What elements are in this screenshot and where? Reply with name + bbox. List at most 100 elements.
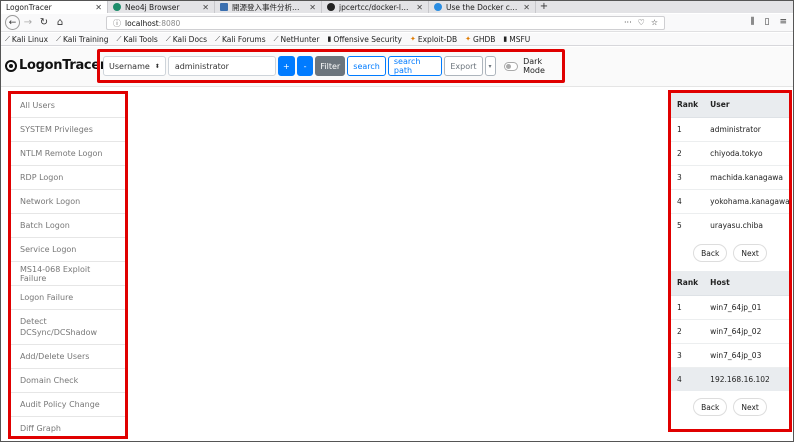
menu-item-service-logon[interactable]: Service Logon	[11, 238, 125, 262]
bookmark-kali-training[interactable]: ⟋ Kali Training	[56, 35, 108, 44]
menu-item-ms14-068[interactable]: MS14-068 Exploit Failure	[11, 262, 125, 286]
pocket-icon[interactable]: ♡	[638, 18, 645, 27]
browser-tab[interactable]: LogonTracer ✕	[1, 1, 108, 13]
table-row[interactable]: 3 win7_64jp_03	[671, 342, 789, 367]
docker-favicon-icon	[434, 3, 442, 11]
filter-button[interactable]: Filter	[315, 56, 346, 76]
browser-tab[interactable]: 開源登入事件分析工具 ✕	[215, 1, 322, 13]
column-header-user: User	[704, 93, 789, 118]
table-row[interactable]: 2 chiyoda.tokyo	[671, 140, 789, 165]
export-dropdown-toggle[interactable]: ▾	[484, 56, 496, 76]
table-row[interactable]: 4 yokohama.kanagawa	[671, 188, 789, 213]
site-favicon-icon	[220, 3, 228, 11]
rank-cell: 1	[671, 294, 705, 319]
user-cell[interactable]: machida.kanagawa	[704, 164, 789, 189]
close-tab-icon[interactable]: ✕	[202, 3, 209, 12]
menu-item-rdp-logon[interactable]: RDP Logon	[11, 166, 125, 190]
table-row[interactable]: 1 administrator	[671, 116, 789, 141]
menu-item-detect-dcsync[interactable]: Detect DCSync/DCShadow	[11, 310, 125, 345]
search-button[interactable]: search	[347, 56, 386, 76]
forward-arrow-icon[interactable]: →	[20, 17, 36, 28]
bookmark-ghdb[interactable]: ✦ GHDB	[465, 35, 495, 44]
bookmark-label: MSFU	[509, 34, 531, 44]
tab-label: jpcertcc/docker-logontra	[339, 2, 412, 12]
updown-caret-icon: ⬍	[154, 62, 160, 70]
sidebar-icon[interactable]: ▯	[765, 17, 770, 27]
menu-item-system-privileges[interactable]: SYSTEM Privileges	[11, 118, 125, 142]
menu-item-batch-logon[interactable]: Batch Logon	[11, 214, 125, 238]
user-back-button[interactable]: Back	[693, 244, 728, 262]
reload-icon[interactable]: ↻	[36, 17, 52, 28]
bookmark-label: Kali Docs	[172, 34, 208, 44]
host-cell[interactable]: win7_64jp_01	[704, 294, 789, 319]
table-row[interactable]: 2 win7_64jp_02	[671, 318, 789, 343]
info-icon[interactable]: ⓘ	[113, 18, 121, 29]
user-rank-table: Rank User 1 administrator 2 chiyoda.tokyo …	[671, 93, 789, 237]
browser-tab[interactable]: jpcertcc/docker-logontra ✕	[322, 1, 429, 13]
table-row[interactable]: 3 machida.kanagawa	[671, 164, 789, 189]
menu-item-all-users[interactable]: All Users	[11, 94, 125, 118]
bookmark-nethunter[interactable]: ⟋ NetHunter	[274, 35, 320, 44]
exploit-db-icon: ✦	[410, 35, 416, 43]
zoom-out-button[interactable]: -	[296, 56, 314, 76]
host-cell[interactable]: win7_64jp_02	[704, 318, 789, 343]
user-cell[interactable]: chiyoda.tokyo	[704, 140, 789, 165]
github-favicon-icon	[327, 3, 335, 11]
bookmark-exploit-db[interactable]: ✦ Exploit-DB	[410, 35, 457, 44]
dark-mode-label: Dark Mode	[523, 57, 545, 75]
user-next-button[interactable]: Next	[733, 244, 767, 262]
host-back-button[interactable]: Back	[693, 398, 728, 416]
user-cell[interactable]: administrator	[704, 116, 789, 141]
host-next-button[interactable]: Next	[733, 398, 767, 416]
menu-item-audit-policy-change[interactable]: Audit Policy Change	[11, 393, 125, 417]
export-button[interactable]: Export	[444, 56, 483, 76]
browser-tab[interactable]: Use the Docker comman ✕	[429, 1, 536, 13]
table-row[interactable]: 1 win7_64jp_01	[671, 294, 789, 319]
search-type-select[interactable]: Username ⬍	[103, 56, 166, 76]
browser-tab[interactable]: Neo4j Browser ✕	[108, 1, 215, 13]
home-icon[interactable]: ⌂	[52, 17, 68, 28]
user-cell[interactable]: yokohama.kanagawa	[704, 188, 789, 213]
bookmark-kali-forums[interactable]: ⟋ Kali Forums	[215, 35, 266, 44]
bookmark-offensive-security[interactable]: ▮ Offensive Security	[327, 35, 402, 44]
close-tab-icon[interactable]: ✕	[309, 3, 316, 12]
host-cell[interactable]: 192.168.16.102	[704, 366, 789, 391]
menu-item-domain-check[interactable]: Domain Check	[11, 369, 125, 393]
menu-item-network-logon[interactable]: Network Logon	[11, 190, 125, 214]
kali-dragon-icon: ⟋	[165, 34, 171, 43]
search-path-button[interactable]: search path	[387, 56, 443, 76]
user-cell[interactable]: urayasu.chiba	[704, 212, 789, 237]
bookmark-kali-linux[interactable]: ⟋ Kali Linux	[5, 35, 48, 44]
search-input[interactable]	[167, 56, 276, 76]
menu-icon[interactable]: ≡	[779, 17, 787, 27]
graph-canvas[interactable]	[133, 89, 663, 439]
close-tab-icon[interactable]: ✕	[416, 3, 423, 12]
table-row[interactable]: 5 urayasu.chiba	[671, 212, 789, 237]
back-arrow-icon[interactable]: ←	[5, 15, 20, 30]
new-tab-button[interactable]: +	[536, 1, 552, 13]
page-actions-icon[interactable]: ···	[624, 18, 632, 27]
bookmark-label: Offensive Security	[333, 34, 402, 44]
dark-mode-toggle[interactable]	[503, 61, 519, 71]
menu-item-ntlm-remote-logon[interactable]: NTLM Remote Logon	[11, 142, 125, 166]
menu-item-add-delete-users[interactable]: Add/Delete Users	[11, 345, 125, 369]
bookmark-kali-docs[interactable]: ⟋ Kali Docs	[166, 35, 207, 44]
url-bar[interactable]: ⓘ localhost:8080 ··· ♡ ☆	[106, 16, 665, 30]
ghdb-icon: ✦	[465, 35, 472, 43]
bookmark-msfu[interactable]: ▮ MSFU	[503, 35, 530, 44]
bookmarks-bar: ⟋ Kali Linux ⟋ Kali Training ⟋ Kali Tools ⟋…	[1, 33, 793, 46]
close-tab-icon[interactable]: ✕	[523, 3, 530, 12]
zoom-in-button[interactable]: +	[277, 56, 295, 76]
kali-dragon-icon: ⟋	[5, 34, 10, 43]
rank-cell: 3	[671, 342, 705, 367]
bookmark-star-icon[interactable]: ☆	[651, 18, 658, 27]
left-filter-menu: All Users SYSTEM Privileges NTLM Remote …	[8, 91, 128, 439]
bookmark-label: GHDB	[473, 34, 496, 44]
host-cell[interactable]: win7_64jp_03	[704, 342, 789, 367]
menu-item-diff-graph[interactable]: Diff Graph	[11, 417, 125, 436]
menu-item-logon-failure[interactable]: Logon Failure	[11, 286, 125, 310]
close-tab-icon[interactable]: ✕	[95, 3, 102, 12]
table-row[interactable]: 4 192.168.16.102	[671, 366, 789, 391]
bookmark-kali-tools[interactable]: ⟋ Kali Tools	[117, 35, 158, 44]
library-icon[interactable]: ⫼	[750, 17, 754, 27]
